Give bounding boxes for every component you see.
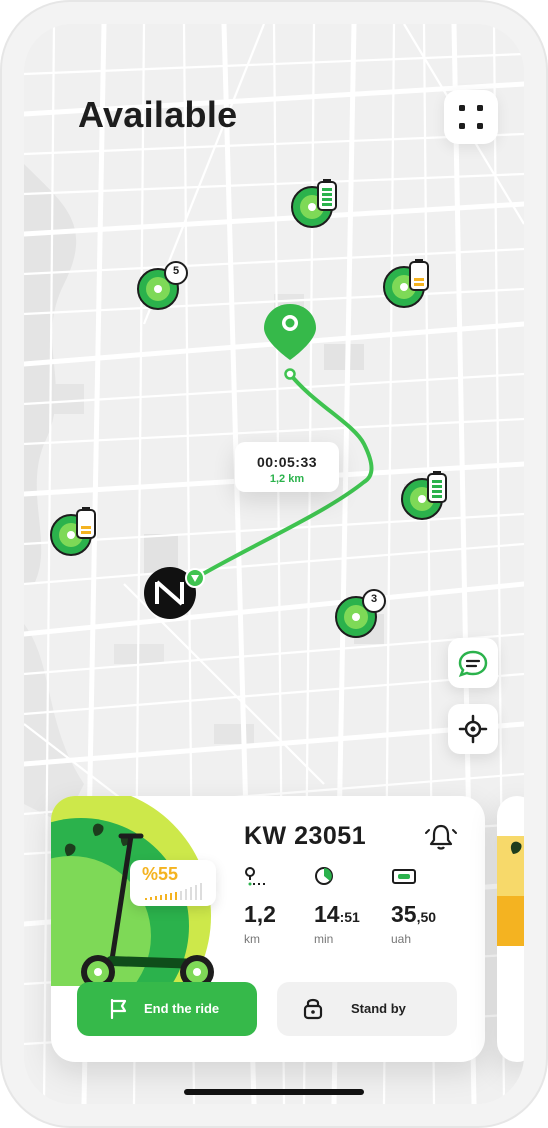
app-screen: 5 3 00:05:33 1,2 km Available %55 KW 230… (24, 24, 524, 1104)
stat-distance: 1,2 km (244, 866, 276, 946)
scooter-cluster-marker[interactable] (136, 260, 192, 312)
route-icon (245, 867, 265, 886)
cash-icon (392, 869, 416, 884)
home-indicator[interactable] (184, 1089, 364, 1095)
stand-by-button[interactable]: Stand by (277, 982, 457, 1036)
next-scooter-illustration (497, 836, 524, 946)
cost-value: 35 (391, 901, 417, 927)
page-title: Available (78, 94, 238, 135)
cluster-count-label: 3 (370, 593, 378, 605)
scooter-marker[interactable] (290, 178, 348, 232)
scooter-cluster-marker[interactable] (334, 588, 390, 640)
lock-icon (303, 998, 323, 1020)
cost-unit: uah (391, 932, 412, 946)
chat-bubble-icon (458, 650, 488, 678)
locate-me-button[interactable] (448, 704, 498, 754)
distance-unit: km (244, 932, 260, 946)
bell-icon[interactable] (424, 820, 458, 854)
route-info-tooltip: 00:05:33 1,2 km (235, 442, 339, 492)
distance-value: 1,2 (244, 901, 276, 927)
end-ride-button[interactable]: End the ride (77, 982, 257, 1036)
route-distance: 1,2 km (269, 473, 305, 485)
scooter-marker[interactable] (400, 470, 456, 524)
battery-bars-icon (145, 883, 202, 900)
flag-icon (110, 999, 127, 1019)
end-ride-label: End the ride (144, 1001, 220, 1016)
stat-duration: 14:51 min (314, 866, 360, 946)
menu-button[interactable] (444, 90, 498, 144)
crosshair-icon (458, 714, 488, 744)
grid-icon (459, 105, 465, 111)
battery-level-badge: %55 (130, 860, 216, 906)
scooter-marker[interactable] (49, 506, 105, 560)
route-start-dot (284, 368, 296, 380)
support-chat-button[interactable] (448, 638, 498, 688)
duration-unit: min (314, 932, 334, 946)
scooter-card[interactable]: %55 KW 23051 1,2 km 14:51 min 35,50 uah … (51, 796, 485, 1062)
timer-icon (315, 867, 333, 885)
scooter-marker[interactable] (382, 258, 438, 312)
duration-value: 14 (314, 901, 340, 927)
next-scooter-card[interactable] (497, 796, 524, 1062)
scooter-id: KW 23051 (244, 822, 367, 850)
stat-cost: 35,50 uah (391, 866, 436, 946)
route-time: 00:05:33 (256, 454, 318, 470)
stand-by-label: Stand by (351, 1001, 406, 1016)
cluster-count-label: 5 (172, 265, 180, 277)
